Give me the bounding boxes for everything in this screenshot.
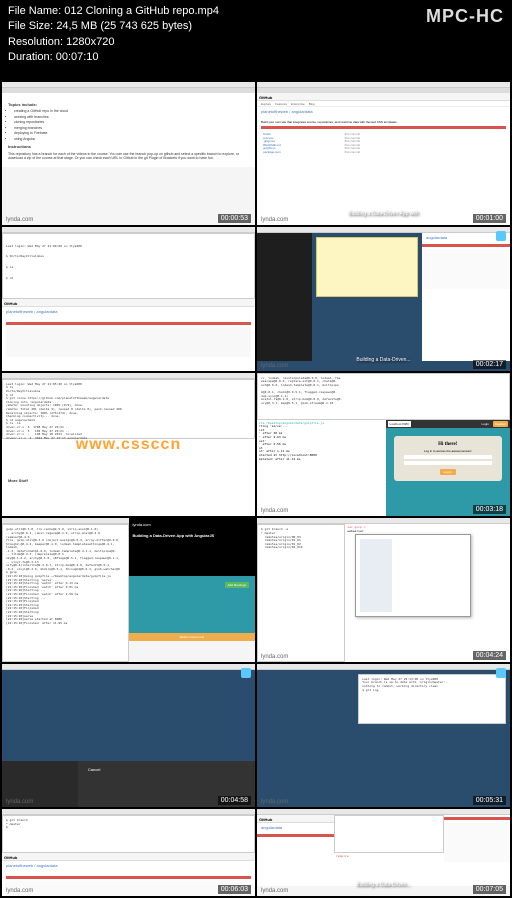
watch-button[interactable]: Watch course now bbox=[129, 633, 256, 641]
cancel-button[interactable]: Cancel bbox=[82, 765, 106, 774]
instructions-heading: Instructions bbox=[8, 144, 249, 149]
thumb-12[interactable]: GitHub angulardata require Building a Da… bbox=[257, 809, 510, 896]
thumb-7[interactable]: gulp-util@0.3.0, lru-cache@2.5.0, strip-… bbox=[2, 518, 255, 661]
thumb-1[interactable]: Topics include: creating a GitHub repo i… bbox=[2, 82, 255, 225]
timestamp: 00:00:53 bbox=[218, 214, 251, 223]
file-size: 24,5 MB (25 743 625 bytes) bbox=[56, 20, 192, 32]
timestamp: 00:01:00 bbox=[473, 214, 506, 223]
gulp-terminal[interactable]: gulp-util@0.3.0, lru-cache@2.5.0, strip-… bbox=[2, 524, 129, 661]
thumb-6[interactable]: rc, lodash, reinterpolate@0.0.0, lodash,… bbox=[257, 373, 510, 516]
thumb-8[interactable]: $ git branch -a * master remotes/origin/… bbox=[257, 518, 510, 661]
thumb-5[interactable]: Last login: Wed May 27 21:05:40 on ttys0… bbox=[2, 373, 255, 516]
thumb-10[interactable]: Last login: Wed May 27 22:13:00 on ttys0… bbox=[257, 664, 510, 807]
thumb-4[interactable]: angulardata Building a Data-Driven... ly… bbox=[257, 227, 510, 370]
thumb-11[interactable]: $ git branch * master $ GitHub planetoft… bbox=[2, 809, 255, 896]
login-card: Hi there! Log in to access the awesomene… bbox=[394, 436, 503, 481]
thumbnail-grid: Topics include: creating a GitHub repo i… bbox=[0, 80, 512, 898]
github-logo: GitHub bbox=[257, 93, 510, 101]
password-input[interactable] bbox=[404, 461, 493, 465]
player-logo: MPC-HC bbox=[426, 4, 504, 29]
finder-icon[interactable] bbox=[241, 668, 251, 678]
topics-heading: Topics include: bbox=[8, 102, 249, 107]
player-info-bar: File Name: 012 Cloning a GitHub repo.mp4… bbox=[0, 0, 512, 80]
url: localhost:8080 bbox=[388, 421, 411, 427]
resolution: 1280x720 bbox=[66, 36, 114, 48]
terminal[interactable]: Last login: Wed May 27 21:05:40 on ttys0… bbox=[2, 379, 255, 439]
thumb-2[interactable]: GitHub Explore Features Enterprise Blog … bbox=[257, 82, 510, 225]
breadcrumb[interactable]: planetoftheweb / angulardata bbox=[257, 107, 510, 116]
email-input[interactable] bbox=[404, 455, 493, 459]
duration: 00:07:10 bbox=[56, 51, 99, 63]
thumb-9[interactable]: Cancel lynda.com 00:04:58 bbox=[2, 664, 255, 807]
add-button[interactable]: Add Meetings bbox=[225, 582, 249, 588]
notepad[interactable] bbox=[316, 237, 418, 297]
login-button[interactable]: Log in bbox=[440, 469, 456, 475]
finder-popup[interactable] bbox=[355, 534, 470, 616]
register-link[interactable]: Register bbox=[493, 421, 508, 427]
terminal[interactable]: Last login: Wed May 27 22:13:00 on ttys0… bbox=[358, 674, 506, 724]
file-name: 012 Cloning a GitHub repo.mp4 bbox=[64, 5, 219, 17]
video-caption: Building a Data-Driven App with bbox=[348, 211, 418, 217]
finder-icon[interactable] bbox=[496, 231, 506, 241]
thumb-3[interactable]: Last login: Wed May 27 21:00:00 on ttys0… bbox=[2, 227, 255, 370]
finder-icon[interactable] bbox=[496, 668, 506, 678]
login-link[interactable]: Login bbox=[479, 421, 490, 427]
